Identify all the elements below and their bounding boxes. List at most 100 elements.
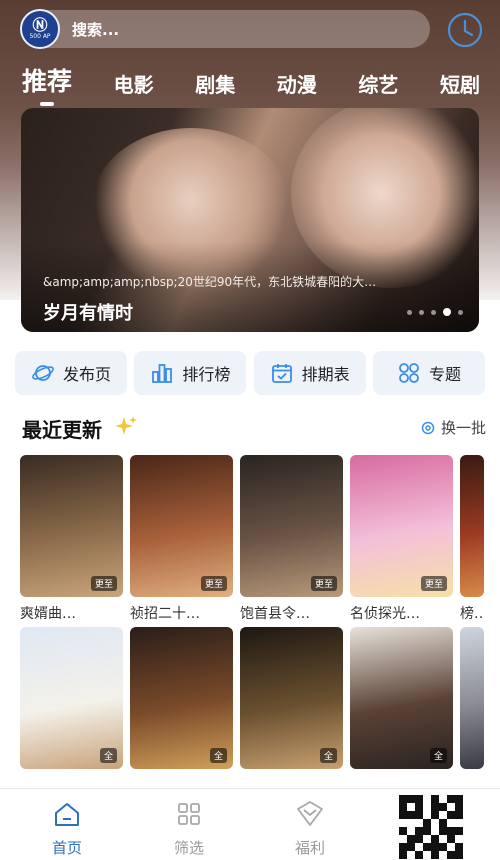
qr-module [399,851,407,859]
banner-pagination [407,308,463,316]
search-bar[interactable]: Ⓝ 500 AP 搜索... [20,9,430,49]
poster-card[interactable]: 全… [350,627,453,780]
history-button[interactable] [446,11,484,49]
poster-card[interactable]: 更至 名侦探光… [350,455,453,621]
refresh-label: 换一批 [440,419,486,437]
topics-label: 专题 [428,365,461,384]
search-input[interactable]: 搜索... [72,19,119,40]
qr-module [415,811,423,819]
qr-module [399,803,407,811]
tab-variety[interactable]: 综艺 [358,69,398,98]
qr-module [415,803,423,811]
banner-description: &amp;amp;amp;nbsp;20世纪90年代，东北铁城春阳的大… [43,275,377,289]
publish-page-button[interactable]: 发布页 [15,351,127,395]
episode-badge: 更至 [90,576,117,591]
banner-dot[interactable] [419,309,424,315]
publish-page-label: 发布页 [62,365,111,384]
poster-image: 更至 [130,455,233,597]
poster-card[interactable]: … [460,627,484,780]
poster-card[interactable]: 全… [20,627,123,780]
ranking-label: 排行榜 [182,365,231,384]
qr-module [439,851,447,859]
poster-card[interactable]: 更至 爽婿曲… [20,455,123,621]
qr-module [455,843,463,851]
poster-row: 更至爽婿曲…更至祯招二十…更至饱首县令…更至名侦探光…榜… [20,455,484,621]
tab-movies[interactable]: 电影 [114,69,154,98]
nav-home-label: 首页 [51,839,82,857]
qr-module [447,795,455,803]
app-logo-subtext: 500 AP [29,33,51,40]
poster-card[interactable]: 全… [240,627,343,780]
qr-module [423,851,431,859]
poster-image: 全 [240,627,343,769]
qr-code [399,795,463,859]
schedule-button[interactable]: 排期表 [253,351,366,395]
qr-module [431,827,439,835]
poster-title: … [460,775,484,780]
qr-module [423,819,431,827]
qr-module [407,803,415,811]
app-logo-mark: Ⓝ [32,16,48,34]
poster-title: 爽婿曲… [20,606,76,621]
qr-module [447,827,455,835]
episode-badge: 更至 [420,576,447,591]
clock-icon [447,12,483,48]
section-title: 最近更新 [22,418,102,442]
qr-module [399,819,407,827]
qr-module [423,827,431,835]
qr-module [431,803,439,811]
tab-anime[interactable]: 动漫 [277,69,317,98]
episode-badge: 更至 [310,576,337,591]
ranking-icon [152,364,173,383]
tab-short-drama[interactable]: 短剧 [440,69,480,98]
poster-title: 祯招二十… [130,606,200,621]
episode-badge: 全 [209,748,227,763]
qr-module [439,843,447,851]
qr-module [415,827,423,835]
qr-module [431,851,439,859]
episode-badge: 更至 [200,576,227,591]
banner-dot[interactable] [407,309,412,315]
poster-row: 全…全…全…全…… [20,627,484,780]
qr-module [407,811,415,819]
poster-image [460,627,484,769]
qr-module [455,795,463,803]
nav-filter[interactable]: 筛选 [154,799,224,858]
calendar-icon [271,364,292,383]
qr-module [439,795,447,803]
nav-welfare[interactable]: 福利 [275,799,345,858]
poster-card[interactable]: 更至 祯招二十… [130,455,233,621]
home-icon [55,803,79,826]
qr-module [399,811,407,819]
poster-title: … [350,775,445,780]
topics-button[interactable]: 专题 [372,351,485,395]
banner-dot[interactable] [458,309,463,315]
qr-module [407,819,415,827]
poster-card[interactable]: 更至 饱首县令… [240,455,343,621]
qr-module [431,835,439,843]
poster-image [460,455,484,597]
refresh-button[interactable]: 换一批 [421,417,486,438]
featured-banner[interactable]: &amp;amp;amp;nbsp;20世纪90年代，东北铁城春阳的大… 岁月有… [21,108,479,332]
qr-module [407,835,415,843]
qr-module [455,811,463,819]
qr-module [407,851,415,859]
poster-image: 全 [350,627,453,769]
banner-dot-active[interactable] [443,308,451,316]
app-logo[interactable]: Ⓝ 500 AP [20,9,60,49]
qr-module [447,819,455,827]
qr-module [423,811,431,819]
tab-series[interactable]: 剧集 [195,69,235,98]
category-tabs: 推荐 电影 剧集 动漫 综艺 短剧 [22,58,492,98]
qr-module [399,835,407,843]
ranking-button[interactable]: 排行榜 [134,351,247,395]
banner-dot[interactable] [431,309,436,315]
poster-card[interactable]: 榜… [460,455,484,621]
nav-home[interactable]: 首页 [32,799,102,858]
poster-card[interactable]: 全… [130,627,233,780]
qr-module [455,827,463,835]
qr-module [439,811,447,819]
tab-recommend[interactable]: 推荐 [22,62,72,98]
grid-icon [399,363,419,383]
poster-title: 榜… [460,606,484,621]
